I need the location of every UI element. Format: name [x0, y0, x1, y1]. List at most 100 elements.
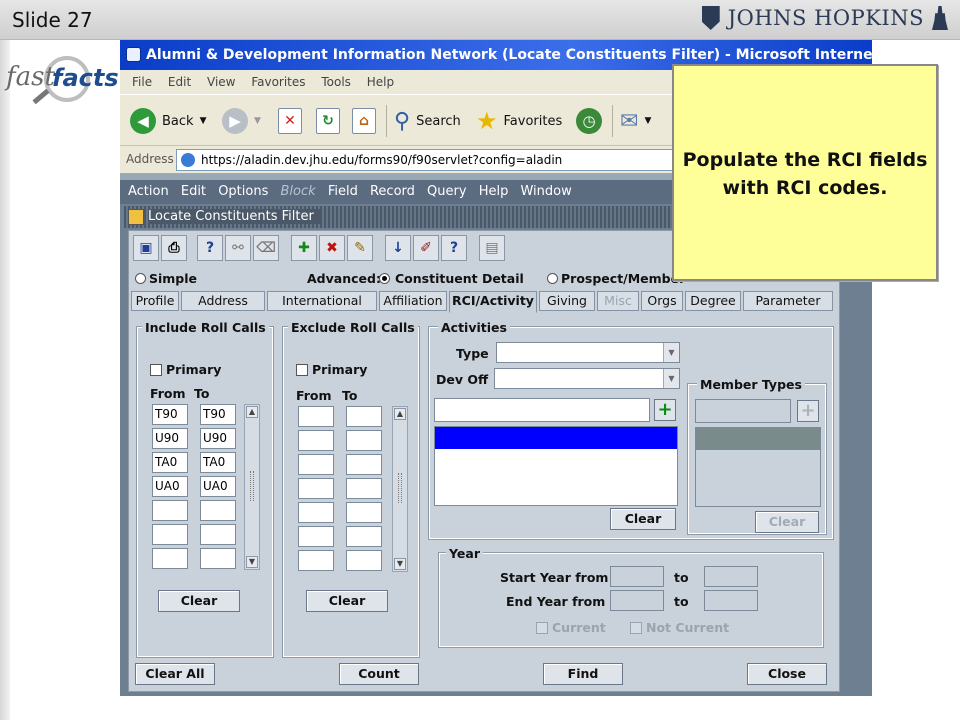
include-to-field[interactable]: [200, 548, 236, 569]
document-icon[interactable]: ▤: [479, 235, 505, 261]
save-icon[interactable]: ▣: [133, 235, 159, 261]
exclude-to-field[interactable]: [346, 406, 382, 427]
exclude-to-field[interactable]: [346, 550, 382, 571]
tab-orgs[interactable]: Orgs: [641, 291, 683, 311]
exclude-from-field[interactable]: [298, 526, 334, 547]
scroll-up-icon[interactable]: ▲: [246, 406, 258, 418]
exclude-primary-checkbox[interactable]: [296, 364, 308, 376]
chevron-down-icon[interactable]: ▼: [663, 343, 679, 362]
clear-query-icon[interactable]: ⌫: [253, 235, 279, 261]
include-to-field[interactable]: TA0: [200, 452, 236, 473]
forms-menu-record[interactable]: Record: [370, 180, 415, 204]
exclude-from-field[interactable]: [298, 430, 334, 451]
scroll-down-icon[interactable]: ▼: [394, 558, 406, 570]
include-from-field[interactable]: [152, 524, 188, 545]
menu-view[interactable]: View: [207, 70, 235, 94]
exclude-scrollbar[interactable]: ▲ ▼: [392, 406, 408, 572]
tab-international[interactable]: International: [267, 291, 377, 311]
scroll-grip[interactable]: [250, 471, 254, 501]
include-scrollbar[interactable]: ▲ ▼: [244, 404, 260, 570]
menu-file[interactable]: File: [132, 70, 152, 94]
include-primary-checkbox[interactable]: [150, 364, 162, 376]
home-button[interactable]: ⌂: [352, 105, 376, 137]
exclude-to-field[interactable]: [346, 478, 382, 499]
include-to-field[interactable]: [200, 524, 236, 545]
address-input[interactable]: https://aladin.dev.jhu.edu/forms90/f90se…: [176, 149, 696, 171]
include-from-field[interactable]: [152, 500, 188, 521]
tab-address[interactable]: Address: [181, 291, 265, 311]
exclude-to-field[interactable]: [346, 454, 382, 475]
add-activity-button[interactable]: +: [654, 399, 676, 421]
tab-affiliation[interactable]: Affiliation: [379, 291, 447, 311]
clear-record-icon[interactable]: ✎: [347, 235, 373, 261]
include-to-field[interactable]: UA0: [200, 476, 236, 497]
forms-menu-action[interactable]: Action: [128, 180, 169, 204]
insert-record-icon[interactable]: ✚: [291, 235, 317, 261]
include-from-field[interactable]: TA0: [152, 452, 188, 473]
include-to-field[interactable]: [200, 500, 236, 521]
activity-code-input[interactable]: [434, 398, 650, 422]
exclude-to-field[interactable]: [346, 502, 382, 523]
exclude-from-field[interactable]: [298, 502, 334, 523]
refresh-button[interactable]: ↻: [316, 105, 340, 137]
tab-giving[interactable]: Giving: [539, 291, 595, 311]
activity-list-selected-row[interactable]: [435, 427, 677, 449]
include-from-field[interactable]: U90: [152, 428, 188, 449]
forms-menu-field[interactable]: Field: [328, 180, 358, 204]
scroll-up-icon[interactable]: ▲: [394, 408, 406, 420]
help-icon[interactable]: ?: [441, 235, 467, 261]
forms-menu-edit[interactable]: Edit: [181, 180, 206, 204]
exclude-clear-button[interactable]: Clear: [306, 590, 388, 612]
tab-parameter[interactable]: Parameter: [743, 291, 833, 311]
query-icon[interactable]: ?: [197, 235, 223, 261]
find-button[interactable]: Find: [543, 663, 623, 685]
forms-menu-options[interactable]: Options: [218, 180, 268, 204]
end-year-input[interactable]: [610, 590, 664, 611]
menu-help[interactable]: Help: [367, 70, 394, 94]
exclude-from-field[interactable]: [298, 454, 334, 475]
end-year-to-input[interactable]: [704, 590, 758, 611]
forms-menu-window[interactable]: Window: [520, 180, 571, 204]
constituent-detail-radio[interactable]: [379, 273, 390, 284]
activities-clear-button[interactable]: Clear: [610, 508, 676, 530]
print-icon[interactable]: ⎙: [161, 235, 187, 261]
delete-record-icon[interactable]: ✖: [319, 235, 345, 261]
history-button[interactable]: ◷: [576, 105, 602, 137]
include-from-field[interactable]: T90: [152, 404, 188, 425]
start-year-input[interactable]: [610, 566, 664, 587]
close-button[interactable]: Close: [747, 663, 827, 685]
forward-button[interactable]: ▶ ▼: [222, 105, 261, 137]
include-to-field[interactable]: T90: [200, 404, 236, 425]
tab-profile[interactable]: Profile: [131, 291, 179, 311]
scroll-down-icon[interactable]: ▼: [246, 556, 258, 568]
count-button[interactable]: Count: [339, 663, 419, 685]
forms-menu-help[interactable]: Help: [479, 180, 509, 204]
menu-favorites[interactable]: Favorites: [251, 70, 305, 94]
devoff-select[interactable]: ▼: [494, 368, 680, 389]
exclude-from-field[interactable]: [298, 550, 334, 571]
chevron-down-icon[interactable]: ▼: [663, 369, 679, 388]
next-block-icon[interactable]: ↓: [385, 235, 411, 261]
tab-rci-activity[interactable]: RCI/Activity: [449, 291, 537, 313]
back-button[interactable]: ◀ Back ▼: [130, 105, 206, 137]
scroll-grip[interactable]: [398, 473, 402, 503]
edit-icon[interactable]: ✐: [413, 235, 439, 261]
favorites-button[interactable]: ★ Favorites: [476, 105, 562, 137]
forms-menu-query[interactable]: Query: [427, 180, 467, 204]
menu-tools[interactable]: Tools: [321, 70, 351, 94]
exclude-from-field[interactable]: [298, 478, 334, 499]
clear-all-button[interactable]: Clear All: [135, 663, 215, 685]
search-button[interactable]: ⚲ Search: [394, 105, 461, 137]
exclude-to-field[interactable]: [346, 526, 382, 547]
prospect-member-radio[interactable]: [547, 273, 558, 284]
menu-edit[interactable]: Edit: [168, 70, 191, 94]
type-select[interactable]: ▼: [496, 342, 680, 363]
exclude-to-field[interactable]: [346, 430, 382, 451]
include-to-field[interactable]: U90: [200, 428, 236, 449]
exclude-from-field[interactable]: [298, 406, 334, 427]
binoculars-icon[interactable]: ⚯: [225, 235, 251, 261]
include-from-field[interactable]: [152, 548, 188, 569]
stop-button[interactable]: ✕: [278, 105, 302, 137]
activity-list[interactable]: [434, 426, 678, 506]
simple-radio[interactable]: [135, 273, 146, 284]
